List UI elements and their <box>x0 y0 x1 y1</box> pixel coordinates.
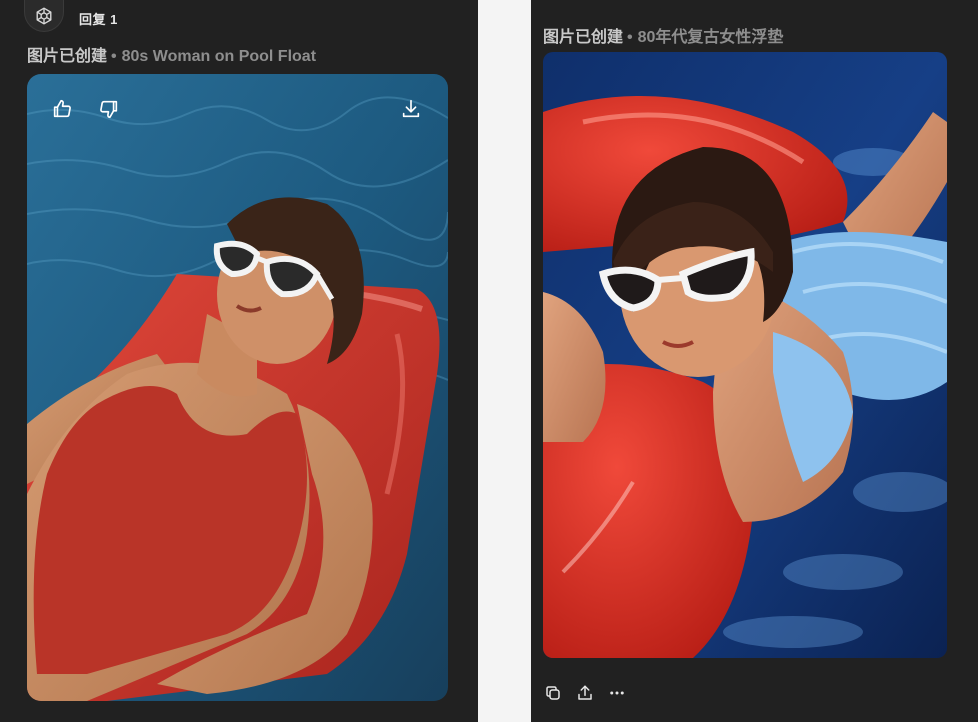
share-icon[interactable] <box>574 682 596 704</box>
caption-separator: • <box>627 29 633 46</box>
download-icon[interactable] <box>398 96 424 122</box>
caption-status: 图片已创建 <box>543 29 624 46</box>
pool-woman-illustration <box>27 74 448 701</box>
more-horizontal-icon[interactable] <box>606 682 628 704</box>
image-created-caption-left: 图片已创建 • 80s Woman on Pool Float <box>27 42 316 66</box>
retro-woman-float-illustration <box>543 52 947 658</box>
image-created-caption-right: 图片已创建 • 80年代复古女性浮垫 <box>543 23 783 47</box>
thumbs-down-icon[interactable] <box>96 96 122 122</box>
caption-title: 80年代复古女性浮垫 <box>637 29 784 46</box>
caption-title: 80s Woman on Pool Float <box>121 48 317 65</box>
caption-status: 图片已创建 <box>27 48 108 65</box>
caption-separator: • <box>111 48 117 65</box>
openai-logo-icon <box>36 7 52 24</box>
reply-count-label[interactable]: 回复 1 <box>79 9 118 28</box>
thumbs-up-icon[interactable] <box>49 96 75 122</box>
generated-image-right[interactable] <box>543 52 947 658</box>
generated-image-left[interactable] <box>27 74 448 701</box>
copy-icon[interactable] <box>542 682 564 704</box>
